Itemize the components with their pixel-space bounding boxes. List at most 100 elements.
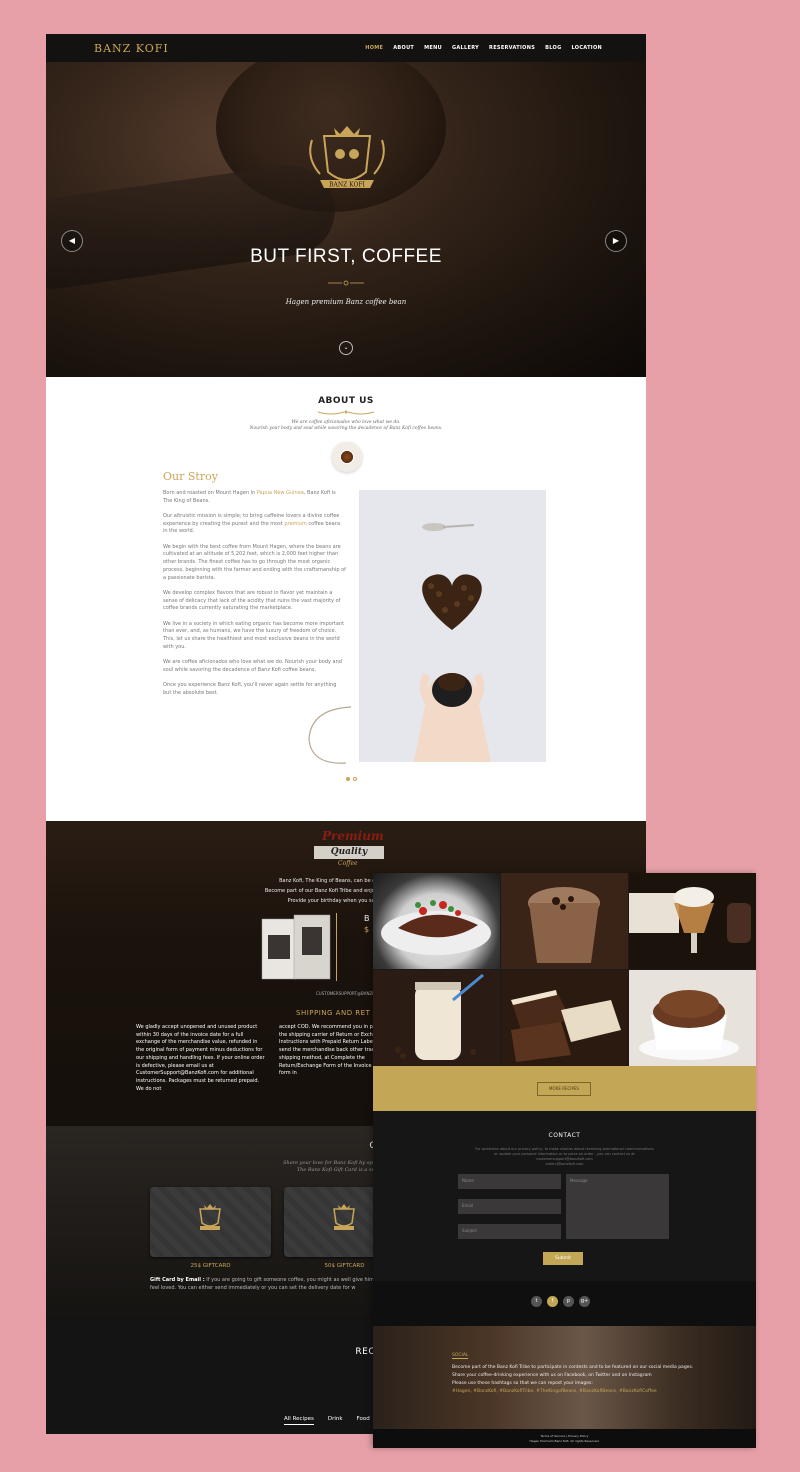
recipe-tile-mocha[interactable] xyxy=(501,873,628,969)
coffee-ring-stain-icon xyxy=(308,706,352,764)
crest-logo-icon xyxy=(333,1204,355,1230)
story-paragraph: Born and roasted on Mount Hagen in Papua… xyxy=(163,490,336,504)
subject-field[interactable]: Subject xyxy=(458,1224,561,1239)
social-body: Become part of the Banz Kofi Tribe to pa… xyxy=(452,1364,702,1396)
nav-location[interactable]: LOCATION xyxy=(571,45,602,51)
steak-salad-image xyxy=(381,900,491,955)
support-email[interactable]: CUSTOMERSUPPORT@BANZKOFI xyxy=(316,991,381,996)
contact-section: CONTACT For questions about our privacy … xyxy=(373,1111,756,1281)
nav-blog[interactable]: BLOG xyxy=(545,45,561,51)
gift-card-25[interactable] xyxy=(150,1187,271,1257)
smoothie-jar-image xyxy=(395,973,484,1060)
badge-quality: Quality xyxy=(314,846,384,859)
nav-links: HOME ABOUT MENU GALLERY RESERVATIONS BLO… xyxy=(365,45,602,51)
coffee-heart-illustration xyxy=(414,523,491,762)
hero-background-portafilter xyxy=(46,159,341,295)
story-paragraph: We develop complex flavors that are robu… xyxy=(163,589,341,612)
nav-home[interactable]: HOME xyxy=(365,45,383,51)
footer-copyright: Hagen Premium Banz Kofi. All rights Rese… xyxy=(529,1439,600,1443)
recipe-tile-steak[interactable] xyxy=(373,873,500,969)
brownie-bars-image xyxy=(511,990,621,1062)
story-paragraph: We begin with the best coffee from Mount… xyxy=(163,543,346,581)
product-price: $ xyxy=(364,925,370,934)
slider-dot[interactable] xyxy=(353,777,357,781)
chevron-down-icon: ⌄ xyxy=(343,344,349,351)
message-field[interactable]: Message xyxy=(566,1174,669,1239)
facebook-icon[interactable]: f xyxy=(547,1296,558,1307)
badge-premium: Premium xyxy=(322,829,384,843)
about-tagline: We are coffee aficionados who love what … xyxy=(46,420,646,432)
product-info: B $ xyxy=(364,913,370,935)
contact-subtitle: For questions about our privacy policy, … xyxy=(373,1147,756,1167)
story-paragraph: We live in a society in which eating org… xyxy=(163,620,345,650)
hero-subtitle: Hagen premium Banz coffee bean xyxy=(285,298,407,306)
recipe-tile-brownies[interactable] xyxy=(501,970,628,1066)
chocolate-souffle-image xyxy=(639,990,739,1060)
story-paragraph: Our altruistic mission is simple; to bri… xyxy=(163,513,341,535)
brand-logo[interactable]: BANZ KOFI xyxy=(94,42,169,55)
tab-drink[interactable]: Drink xyxy=(328,1416,343,1425)
twitter-icon[interactable]: t xyxy=(531,1296,542,1307)
nav-gallery[interactable]: GALLERY xyxy=(452,45,479,51)
nav-menu[interactable]: MENU xyxy=(424,45,442,51)
story-link-premium[interactable]: premium xyxy=(284,521,307,527)
gift-card-25-label: 25$ GIFTCARD xyxy=(190,1263,231,1269)
story-body: Born and roasted on Mount Hagen in Papua… xyxy=(163,490,346,705)
social-icons-bar: t f p g+ xyxy=(373,1281,756,1326)
email-field[interactable]: Email xyxy=(458,1199,561,1214)
about-header: ABOUT US xyxy=(46,396,646,416)
contact-title: CONTACT xyxy=(548,1132,581,1139)
story-title: Our Stroy xyxy=(163,470,218,483)
svg-text:BANZ KOFI: BANZ KOFI xyxy=(329,182,365,189)
story-paragraph: We are coffee aficionados who love what … xyxy=(163,658,342,673)
pinterest-icon[interactable]: p xyxy=(563,1296,574,1307)
about-title: ABOUT US xyxy=(318,396,374,406)
chocolate-shake-image xyxy=(528,887,600,963)
name-field[interactable]: Name xyxy=(458,1174,561,1189)
tab-all-recipes[interactable]: All Recipes xyxy=(284,1416,314,1425)
badge-coffee: Coffee xyxy=(338,860,358,867)
slider-next-button[interactable]: ▶ xyxy=(605,230,627,252)
recipe-tile-parfait[interactable] xyxy=(629,873,756,969)
recipe-tile-souffle[interactable] xyxy=(629,970,756,1066)
story-image-coffee-hands xyxy=(359,490,546,762)
crest-logo-icon xyxy=(199,1204,221,1230)
triangle-left-icon: ◀ xyxy=(68,236,76,245)
social-hashtags: #Hagen, #BanzKofi, #BanzKofiTribe, #TheK… xyxy=(452,1389,657,1394)
secondary-page-mockup: MORE RECIPES CONTACT For questions about… xyxy=(373,873,756,1448)
story-slider-dots xyxy=(346,777,357,781)
tab-food[interactable]: Food xyxy=(357,1416,370,1425)
premium-quality-badge: Premium Quality Coffee xyxy=(314,829,384,869)
story-paragraph: Once you experience Banz Kofi, you'll ne… xyxy=(163,681,337,696)
top-nav: BANZ KOFI HOME ABOUT MENU GALLERY RESERV… xyxy=(46,34,646,62)
recipe-tabs: All Recipes Drink Food xyxy=(284,1416,370,1425)
story-link-png[interactable]: Papua New Guinea xyxy=(257,490,304,496)
nav-about[interactable]: ABOUT xyxy=(393,45,414,51)
shipping-text-left: We gladly accept unopened and unused pro… xyxy=(136,1024,265,1092)
triangle-right-icon: ▶ xyxy=(612,236,620,245)
google-plus-icon[interactable]: g+ xyxy=(579,1296,590,1307)
crest-logo-icon: BANZ KOFI xyxy=(309,126,385,189)
about-tagline-2: Nourish your body and soul while savorin… xyxy=(249,426,443,431)
parfait-image xyxy=(629,887,751,953)
nav-reservations[interactable]: RESERVATIONS xyxy=(489,45,535,51)
recipe-tile-smoothie[interactable] xyxy=(373,970,500,1066)
hero-slider: BANZ KOFI BUT FIRST, COFFEE Hagen premiu… xyxy=(46,62,646,377)
coffee-cup-icon xyxy=(332,442,362,472)
coffee-bag-product-image xyxy=(261,913,337,981)
slider-dot[interactable] xyxy=(346,777,350,781)
social-title: SOCIAL xyxy=(452,1353,469,1359)
product-name: B xyxy=(364,914,370,923)
social-section: SOCIAL Become part of the Banz Kofi Trib… xyxy=(373,1326,756,1429)
more-recipes-button[interactable]: MORE RECIPES xyxy=(537,1082,591,1096)
footer: Terms of Service | Privacy Policy Hagen … xyxy=(373,1429,756,1448)
hero-divider-ornament xyxy=(328,280,364,286)
submit-button[interactable]: Submit xyxy=(543,1252,583,1265)
scroll-down-button[interactable]: ⌄ xyxy=(339,341,353,355)
shipping-title: SHIPPING AND RET xyxy=(296,1009,371,1017)
slider-prev-button[interactable]: ◀ xyxy=(61,230,83,252)
ornament-icon xyxy=(317,410,375,415)
contact-email-2[interactable]: orders@banzkofi.com xyxy=(373,1162,756,1167)
gift-email-note: Gift Card by Email : If you are going to… xyxy=(150,1277,406,1291)
hero-title: BUT FIRST, COFFEE xyxy=(250,246,442,267)
